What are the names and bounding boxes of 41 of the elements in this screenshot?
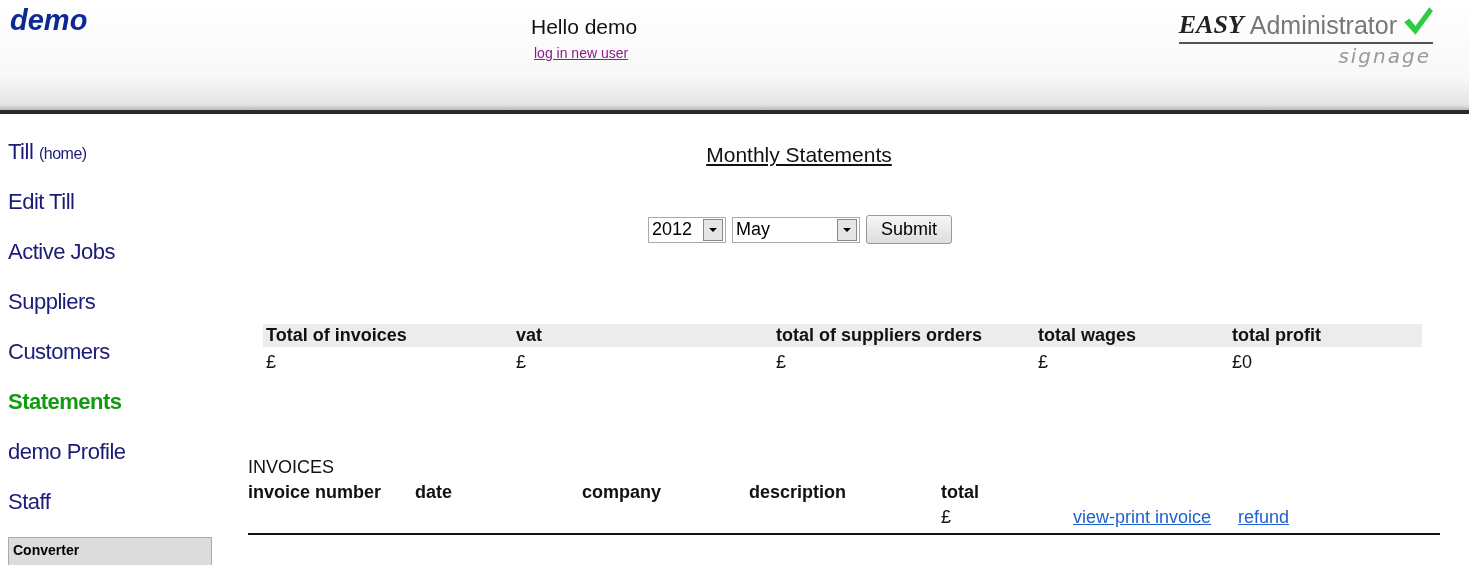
logo-tagline: signage [1338, 44, 1431, 68]
column-header: description [749, 482, 847, 503]
caret-icon [709, 227, 717, 232]
table-cell-text: £ [775, 351, 787, 373]
sidebar-item[interactable]: Customers [8, 339, 110, 389]
sidebar-item[interactable]: Till (home) [8, 139, 87, 189]
table-cell-text: £ [515, 351, 527, 373]
table-cell-text: £ [265, 351, 277, 373]
table-cell-text: £0 [1231, 351, 1254, 373]
column-header: vat [513, 324, 773, 347]
column-header: total [941, 482, 980, 503]
column-header: total profit [1229, 324, 1422, 347]
login-link[interactable]: log in new user [534, 45, 629, 61]
year-dropdown[interactable]: 2012 [648, 216, 726, 243]
check-icon [1403, 6, 1433, 36]
page-title: Monthly Statements [706, 143, 892, 167]
table-cell-text: £ [941, 506, 952, 528]
logo-product: Administrator [1249, 11, 1397, 40]
site-name: demo [9, 3, 88, 37]
sidebar-item[interactable]: Suppliers [8, 289, 96, 339]
sidebar-item[interactable]: Edit Till [8, 189, 75, 239]
sidebar-item[interactable]: Active Jobs [8, 239, 115, 289]
sidebar-item[interactable]: Statements [8, 389, 122, 439]
caret-icon [843, 227, 851, 232]
table-cell-text: £ [1037, 351, 1049, 373]
month-dropdown[interactable]: May [732, 216, 860, 243]
sidebar-item[interactable]: demo Profile [8, 439, 126, 489]
action-link[interactable]: view-print invoice [1073, 507, 1212, 528]
converter-panel: Converter [8, 537, 212, 565]
sidebar-item[interactable]: Staff [8, 489, 51, 539]
logo-brand: EASY [1178, 10, 1244, 40]
column-header: total wages [1035, 324, 1229, 347]
section-title: INVOICES [248, 457, 336, 478]
column-header: invoice number [248, 482, 383, 503]
submit-button[interactable]: Submit [866, 215, 952, 244]
column-header: date [415, 482, 453, 503]
column-header: company [582, 482, 663, 503]
action-link[interactable]: refund [1238, 507, 1290, 528]
column-header: total of suppliers orders [773, 324, 1035, 347]
column-header: Total of invoices [263, 324, 513, 347]
greeting: Hello demo [531, 15, 638, 39]
